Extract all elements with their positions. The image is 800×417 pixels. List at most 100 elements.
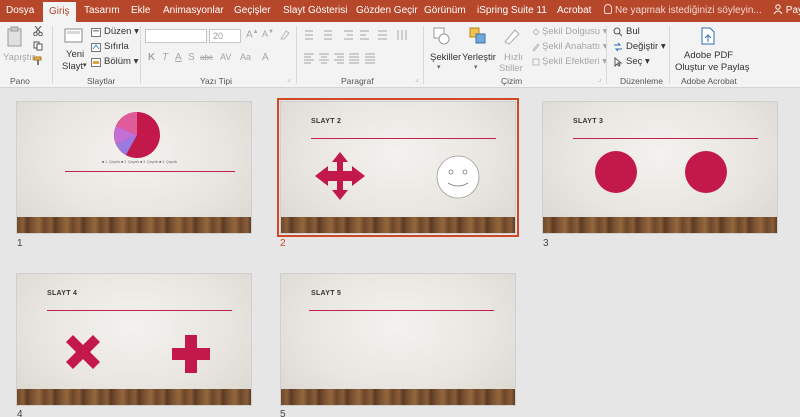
- strikethrough-button[interactable]: abc: [200, 53, 213, 62]
- font-name-combo[interactable]: [145, 29, 207, 43]
- format-painter-icon[interactable]: [33, 56, 43, 66]
- group-label-slides: Slaytlar: [87, 76, 116, 86]
- cut-icon[interactable]: [33, 26, 43, 36]
- four-way-arrow-shape: [315, 152, 365, 200]
- smiley-face-shape: [436, 155, 480, 199]
- section-icon: [91, 58, 101, 67]
- tab-acrobat[interactable]: Acrobat: [557, 0, 591, 22]
- group-label-editing: Düzenleme: [620, 76, 663, 86]
- quick-styles-icon: [504, 29, 520, 45]
- chevron-down-icon: ▾: [83, 62, 87, 69]
- slide-number-4: 4: [17, 409, 23, 417]
- change-case-button[interactable]: Aa: [240, 52, 251, 62]
- slide-number-5: 5: [280, 409, 286, 417]
- tell-me-search[interactable]: Ne yapmak istediğinizi söyleyin...: [604, 0, 762, 22]
- circle-shape-left: [595, 151, 637, 193]
- slide-number-3: 3: [543, 238, 549, 249]
- person-icon: [773, 4, 783, 15]
- tab-animations[interactable]: Animasyonlar: [163, 0, 224, 22]
- bold-button[interactable]: K: [148, 52, 155, 63]
- share-label: Pay: [785, 5, 800, 16]
- tab-file[interactable]: Dosya: [6, 0, 34, 22]
- slide-thumbnail-3[interactable]: SLAYT 3: [542, 101, 778, 234]
- share-button[interactable]: Pay: [773, 0, 800, 22]
- new-slide-label-1[interactable]: Yeni: [66, 49, 84, 60]
- chevron-down-icon: ▾: [437, 64, 441, 71]
- font-dialog-launcher[interactable]: ⌟: [287, 75, 290, 83]
- slide-number-2: 2: [280, 238, 286, 249]
- slide-title: SLAYT 3: [573, 118, 604, 125]
- shapes-button[interactable]: Şekiller: [430, 52, 461, 63]
- slide-number-1: 1: [17, 238, 23, 249]
- font-size-combo[interactable]: 20: [209, 29, 241, 43]
- layout-button[interactable]: Düzen ▾: [104, 26, 139, 37]
- replace-icon: [614, 42, 622, 52]
- select-button[interactable]: Seç ▾: [626, 56, 650, 67]
- clear-format-icon[interactable]: [280, 30, 290, 40]
- slide-thumbnail-1[interactable]: ■ 1. Çeyrek ■ 2. Çeyrek ■ 3. Çeyrek ■ 4.…: [16, 101, 252, 234]
- spacing-button[interactable]: AV: [220, 52, 231, 62]
- copy-icon[interactable]: [33, 41, 43, 51]
- quick-styles-label-1[interactable]: Hızlı: [504, 52, 523, 63]
- shape-effects-button[interactable]: Şekil Efektleri ▾: [542, 56, 607, 67]
- quick-styles-label-2[interactable]: Stiller: [499, 63, 523, 74]
- adobe-pdf-label[interactable]: Adobe PDF: [684, 50, 733, 61]
- new-slide-label-2[interactable]: Slayt: [62, 61, 83, 72]
- paragraph-list-icons[interactable]: [302, 29, 412, 41]
- arrange-button[interactable]: Yerleştir: [462, 52, 496, 63]
- pdf-create-icon: [701, 27, 715, 45]
- find-button[interactable]: Bul: [626, 26, 640, 37]
- slide-title: SLAYT 4: [47, 290, 78, 297]
- slide-thumbnail-4[interactable]: SLAYT 4: [16, 273, 252, 406]
- effects-icon: [532, 58, 540, 66]
- slide-thumbnail-2[interactable]: SLAYT 2: [277, 98, 519, 237]
- tab-slide-show[interactable]: Slayt Gösterisi: [283, 0, 347, 22]
- paste-button[interactable]: Yapıştır: [3, 52, 35, 63]
- italic-button[interactable]: T: [162, 52, 168, 63]
- create-share-label[interactable]: Oluştur ve Paylaş: [675, 62, 749, 73]
- chart-legend: ■ 1. Çeyrek ■ 2. Çeyrek ■ 3. Çeyrek ■ 4.…: [102, 160, 178, 164]
- slide-divider-line: [311, 138, 496, 139]
- reset-button[interactable]: Sıfırla: [104, 41, 129, 52]
- tab-design[interactable]: Tasarım: [84, 0, 120, 22]
- group-separator: [669, 26, 670, 84]
- tab-view[interactable]: Görünüm: [424, 0, 466, 22]
- slide-title: SLAYT 5: [311, 290, 342, 297]
- ribbon-tab-bar: Dosya Giriş Tasarım Ekle Animasyonlar Ge…: [0, 0, 800, 22]
- paragraph-dialog-launcher[interactable]: ⌟: [415, 75, 418, 83]
- shape-outline-button[interactable]: Şekil Anahattı ▾: [542, 41, 608, 52]
- slide-thumbnail-5[interactable]: SLAYT 5: [280, 273, 516, 406]
- paint-bucket-icon: [532, 28, 540, 36]
- wood-floor-strip: [281, 217, 515, 233]
- wood-floor-strip: [17, 389, 251, 405]
- tab-home[interactable]: Giriş: [43, 2, 76, 22]
- font-color-button[interactable]: A: [262, 52, 269, 63]
- tab-transitions[interactable]: Geçişler: [234, 0, 271, 22]
- group-separator: [423, 26, 424, 84]
- underline-button[interactable]: A: [175, 52, 182, 63]
- grow-font-button[interactable]: A▲: [246, 29, 259, 40]
- shadow-button[interactable]: S: [188, 52, 195, 63]
- ribbon: Yapıştır Pano Yeni Slayt ▾ Düzen ▾ Sıfır…: [0, 22, 800, 88]
- shapes-icon: [433, 27, 450, 45]
- shape-fill-button[interactable]: Şekil Dolgusu ▾: [542, 26, 608, 37]
- plus-sign-shape: [172, 335, 210, 373]
- slide-title: SLAYT 2: [311, 118, 342, 125]
- pie-chart: [114, 112, 160, 158]
- group-label-paragraph: Paragraf: [341, 76, 374, 86]
- tab-ispring[interactable]: iSpring Suite 11: [477, 0, 547, 22]
- paragraph-align-icons[interactable]: [302, 52, 412, 64]
- new-slide-icon: [64, 28, 83, 43]
- drawing-dialog-launcher[interactable]: ⌟: [598, 75, 601, 83]
- pen-icon: [532, 43, 540, 52]
- replace-button[interactable]: Değiştir ▾: [626, 41, 666, 52]
- tab-review[interactable]: Gözden Geçir: [356, 0, 418, 22]
- tab-insert[interactable]: Ekle: [131, 0, 150, 22]
- chevron-down-icon: ▾: [474, 64, 478, 71]
- shrink-font-button[interactable]: A▼: [262, 29, 274, 39]
- group-label-drawing: Çizim: [501, 76, 523, 86]
- group-separator: [296, 26, 297, 84]
- tell-me-text: Ne yapmak istediğinizi söyleyin...: [615, 5, 762, 16]
- section-button[interactable]: Bölüm ▾: [104, 56, 138, 67]
- group-label-font: Yazı Tipi: [200, 76, 232, 86]
